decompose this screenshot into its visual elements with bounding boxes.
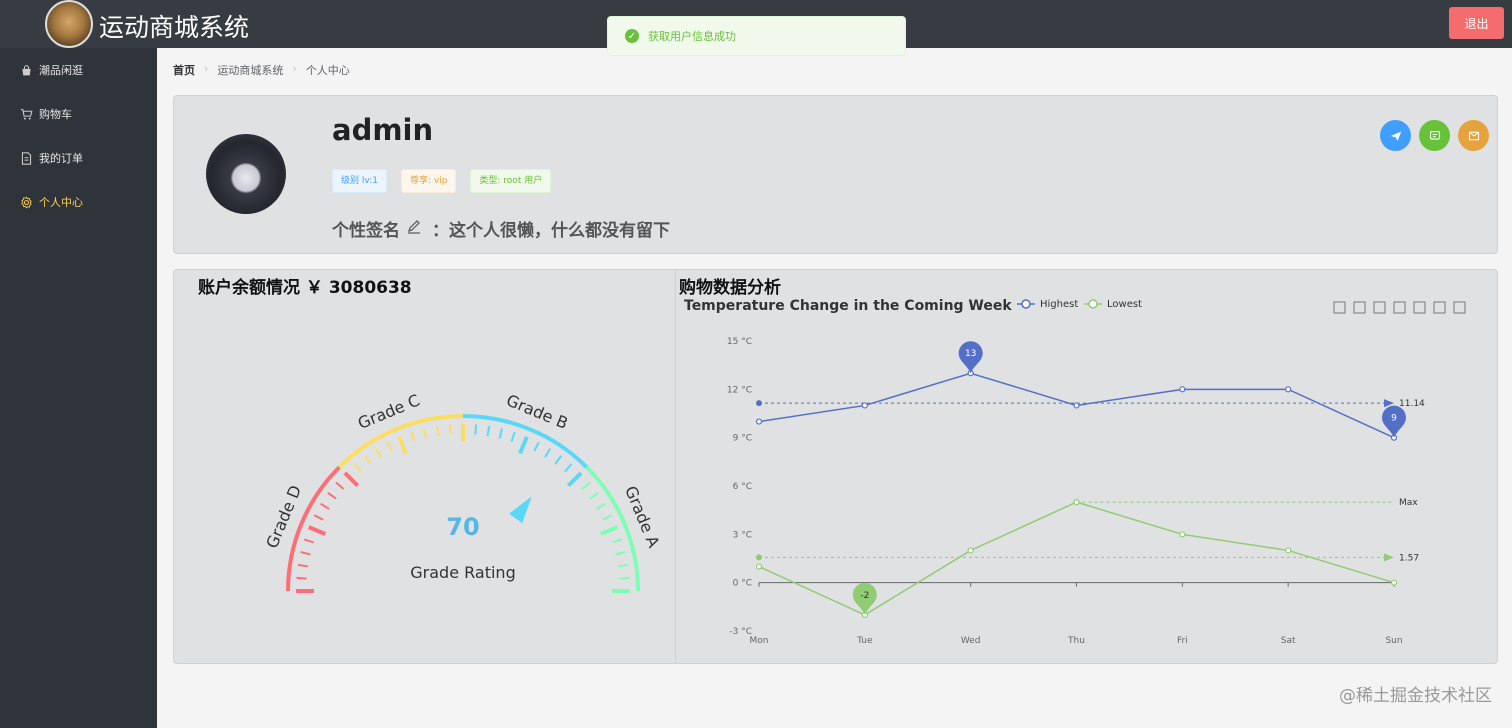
legend-label-lowest: Lowest [1107, 299, 1142, 310]
send-icon [1390, 131, 1401, 141]
x-tick-label: Sat [1281, 636, 1296, 646]
breadcrumb-current: 个人中心 [305, 64, 350, 77]
y-tick-label: 9 °C [733, 434, 752, 444]
x-tick-label: Thu [1067, 636, 1085, 646]
sidebar-item-orders[interactable]: 我的订单 [0, 136, 157, 180]
sidebar-item-browse[interactable]: 潮品闲逛 [0, 48, 157, 92]
legend-marker [1088, 299, 1098, 309]
cart-icon [19, 107, 33, 121]
data-point [1073, 499, 1080, 506]
bag-icon [19, 63, 33, 77]
profile-card: admin 级别 lv:1 尊享: vip 类型: root 用户 个性签名 ：… [173, 95, 1498, 254]
chevron-right-icon: › [204, 62, 209, 75]
data-view-icon[interactable] [1373, 301, 1386, 314]
legend-marker [1021, 299, 1031, 309]
level-tag: 级别 lv:1 [332, 169, 387, 193]
mail-icon [1468, 131, 1479, 140]
statistics-panel: 账户余额情况 ￥ 3080638 购物数据分析 Grade D Grade C Gr… [173, 269, 1498, 664]
username: admin [332, 113, 434, 147]
temperature-chart: Temperature Change in the Coming Week Hig… [684, 298, 1466, 646]
profile-actions [1380, 120, 1489, 151]
y-tick-label: 15 °C [727, 337, 752, 347]
zoom-reset-icon[interactable] [1353, 301, 1366, 314]
avg-line-start [756, 400, 762, 407]
legend-label-highest: Highest [1040, 299, 1078, 310]
sidebar-item-label: 个人中心 [39, 196, 83, 209]
signature: 个性签名 ： 这个人很懒，什么都没有留下 [332, 216, 670, 241]
bar-icon[interactable] [1413, 301, 1426, 314]
data-point [755, 418, 763, 425]
avg-line-arrow [1384, 553, 1394, 562]
watermark: @稀土掘金技术社区 [1339, 686, 1492, 706]
data-point [1390, 579, 1398, 586]
chart-title: Temperature Change in the Coming Week [684, 298, 1012, 314]
data-point [861, 402, 868, 409]
app-title: 运动商城系统 [99, 13, 250, 42]
sidebar-item-profile[interactable]: 个人中心 [0, 180, 157, 224]
y-tick-label: 12 °C [727, 385, 752, 395]
y-tick-label: 0 °C [733, 579, 752, 589]
x-tick-label: Sun [1385, 636, 1402, 646]
x-tick-label: Tue [856, 636, 873, 646]
data-point [967, 547, 974, 554]
sidebar-item-label: 我的订单 [39, 152, 83, 165]
max-label: Max [1399, 498, 1418, 508]
zoom-icon[interactable] [1333, 301, 1346, 314]
gear-icon [19, 195, 33, 209]
restore-icon[interactable] [1433, 301, 1446, 314]
data-point [1073, 402, 1080, 409]
data-point [755, 563, 763, 570]
signature-text: 这个人很懒，什么都没有留下 [449, 221, 670, 241]
sidebar: 潮品闲逛 购物车 我的订单 个人中心 [0, 48, 157, 728]
signature-label: 个性签名 [332, 221, 400, 241]
user-tags: 级别 lv:1 尊享: vip 类型: root 用户 [332, 169, 552, 193]
check-circle-icon: ✓ [625, 29, 639, 43]
message-icon [1429, 130, 1440, 140]
data-point [1179, 386, 1186, 393]
logout-button[interactable]: 退出 [1449, 7, 1504, 39]
breadcrumb: 首页 › 运动商城系统 › 个人中心 [173, 62, 350, 78]
document-icon [19, 151, 33, 165]
signature-separator: ： [432, 221, 449, 241]
x-tick-label: Wed [961, 636, 981, 646]
message-button[interactable] [1419, 120, 1450, 151]
y-tick-label: 6 °C [733, 482, 752, 492]
data-point [1285, 547, 1292, 554]
send-button[interactable] [1380, 120, 1411, 151]
avg-line-start [756, 554, 762, 561]
toast-message: 获取用户信息成功 [648, 30, 736, 43]
type-tag: 类型: root 用户 [470, 169, 552, 193]
user-avatar [206, 134, 286, 214]
edit-icon[interactable] [406, 218, 422, 239]
y-tick-label: 3 °C [733, 530, 752, 540]
logo-avatar [45, 0, 93, 48]
data-point [1179, 531, 1186, 538]
mail-button[interactable] [1458, 120, 1489, 151]
avg-label: 1.57 [1399, 553, 1419, 563]
x-tick-label: Mon [750, 636, 769, 646]
avg-label: 11.14 [1399, 399, 1425, 409]
markpoint-label: 13 [965, 349, 976, 359]
success-toast: ✓ 获取用户信息成功 [607, 16, 906, 56]
line-icon[interactable] [1393, 301, 1406, 314]
breadcrumb-system[interactable]: 运动商城系统 [217, 62, 283, 78]
sidebar-item-label: 购物车 [39, 108, 72, 121]
breadcrumb-home[interactable]: 首页 [173, 62, 195, 78]
markpoint-label: -2 [860, 591, 869, 601]
markpoint-label: 9 [1391, 414, 1397, 424]
sidebar-item-label: 潮品闲逛 [39, 64, 83, 77]
x-tick-label: Fri [1177, 636, 1188, 646]
data-point [1285, 386, 1292, 393]
chevron-right-icon: › [292, 62, 297, 75]
sidebar-item-cart[interactable]: 购物车 [0, 92, 157, 136]
download-icon[interactable] [1453, 301, 1466, 314]
vip-tag: 尊享: vip [400, 169, 457, 193]
